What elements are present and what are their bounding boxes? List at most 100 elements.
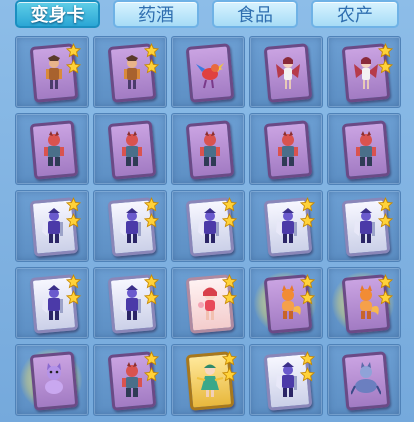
- star-rating: [221, 274, 238, 305]
- inventory-slot[interactable]: [15, 36, 89, 108]
- star-icon: [143, 59, 160, 74]
- star-rating: [143, 43, 160, 74]
- transform-card-icon: [29, 120, 79, 180]
- inventory-slot[interactable]: [327, 190, 401, 262]
- inventory-grid: [15, 36, 401, 422]
- star-icon: [377, 43, 394, 58]
- inventory-slot[interactable]: [171, 113, 245, 185]
- transform-card-icon: [341, 120, 391, 180]
- star-icon: [377, 290, 394, 305]
- inventory-slot[interactable]: [93, 344, 167, 416]
- beast-red-character-icon: [117, 362, 147, 400]
- inventory-slot[interactable]: [15, 344, 89, 416]
- beast-red-character-icon: [117, 131, 147, 169]
- star-icon: [221, 351, 238, 366]
- transform-card-icon: [185, 43, 235, 103]
- inventory-slot[interactable]: [93, 36, 167, 108]
- inventory-slot[interactable]: [249, 267, 323, 339]
- star-rating: [143, 197, 160, 228]
- inventory-slot[interactable]: [249, 36, 323, 108]
- fox-orange-character-icon: [351, 285, 381, 323]
- star-icon: [143, 197, 160, 212]
- star-icon: [377, 213, 394, 228]
- transform-card-icon: [341, 351, 391, 411]
- inventory-slot[interactable]: [171, 344, 245, 416]
- inventory-slot[interactable]: [327, 36, 401, 108]
- star-icon: [143, 274, 160, 289]
- star-icon: [299, 213, 316, 228]
- knight-purple-character-icon: [39, 208, 69, 246]
- tab-farm-produce[interactable]: 农产: [311, 0, 399, 28]
- star-icon: [377, 274, 394, 289]
- inventory-slot[interactable]: [93, 190, 167, 262]
- star-icon: [143, 290, 160, 305]
- inventory-slot[interactable]: [327, 267, 401, 339]
- star-icon: [143, 43, 160, 58]
- star-icon: [143, 351, 160, 366]
- star-icon: [377, 197, 394, 212]
- beast-red-character-icon: [39, 131, 69, 169]
- beast-red-character-icon: [195, 131, 225, 169]
- star-icon: [377, 59, 394, 74]
- star-rating: [377, 197, 394, 228]
- beast-red-character-icon: [273, 131, 303, 169]
- inventory-slot[interactable]: [249, 344, 323, 416]
- star-rating: [143, 351, 160, 382]
- knight-purple-character-icon: [273, 362, 303, 400]
- knight-purple-character-icon: [351, 208, 381, 246]
- inventory-slot[interactable]: [93, 113, 167, 185]
- knight-purple-character-icon: [117, 285, 147, 323]
- cat-pink-character-icon: [39, 362, 69, 400]
- star-rating: [299, 197, 316, 228]
- transform-card-icon: [29, 351, 79, 411]
- inventory-slot[interactable]: [327, 113, 401, 185]
- tab-medicine-wine[interactable]: 药酒: [113, 0, 199, 28]
- star-icon: [221, 197, 238, 212]
- inventory-slot[interactable]: [15, 267, 89, 339]
- knight-purple-character-icon: [117, 208, 147, 246]
- category-tab-bar: 变身卡 药酒 食品 农产: [0, 0, 414, 32]
- inventory-slot[interactable]: [171, 190, 245, 262]
- tab-food[interactable]: 食品: [212, 0, 298, 28]
- star-rating: [65, 43, 82, 74]
- wolf-blue-character-icon: [350, 362, 382, 400]
- doll-red-character-icon: [195, 285, 225, 323]
- inventory-window: 变身卡 药酒 食品 农产: [0, 0, 414, 422]
- fox-orange-character-icon: [273, 285, 303, 323]
- inventory-slot[interactable]: [249, 113, 323, 185]
- star-icon: [299, 367, 316, 382]
- star-rating: [299, 351, 316, 382]
- star-icon: [221, 213, 238, 228]
- star-icon: [221, 274, 238, 289]
- star-icon: [65, 43, 82, 58]
- star-icon: [65, 197, 82, 212]
- star-rating: [65, 274, 82, 305]
- knight-purple-character-icon: [39, 285, 69, 323]
- warrior-tan-character-icon: [39, 54, 69, 92]
- star-icon: [221, 290, 238, 305]
- star-icon: [299, 197, 316, 212]
- transform-card-icon: [263, 43, 313, 103]
- star-rating: [377, 43, 394, 74]
- inventory-slot[interactable]: [15, 113, 89, 185]
- star-icon: [299, 351, 316, 366]
- bird-red-character-icon: [195, 54, 225, 92]
- transform-card-icon: [185, 120, 235, 180]
- inventory-slot[interactable]: [249, 190, 323, 262]
- tab-transform-card[interactable]: 变身卡: [15, 0, 100, 28]
- star-icon: [143, 367, 160, 382]
- inventory-slot[interactable]: [171, 267, 245, 339]
- inventory-slot[interactable]: [327, 344, 401, 416]
- star-icon: [221, 367, 238, 382]
- star-icon: [143, 213, 160, 228]
- inventory-slot[interactable]: [15, 190, 89, 262]
- star-rating: [221, 197, 238, 228]
- inventory-slot[interactable]: [93, 267, 167, 339]
- star-rating: [143, 274, 160, 305]
- inventory-slot[interactable]: [171, 36, 245, 108]
- warrior-tan-character-icon: [117, 54, 147, 92]
- star-icon: [65, 213, 82, 228]
- star-rating: [299, 274, 316, 305]
- beast-red-character-icon: [351, 131, 381, 169]
- winged-girl-character-icon: [273, 54, 303, 92]
